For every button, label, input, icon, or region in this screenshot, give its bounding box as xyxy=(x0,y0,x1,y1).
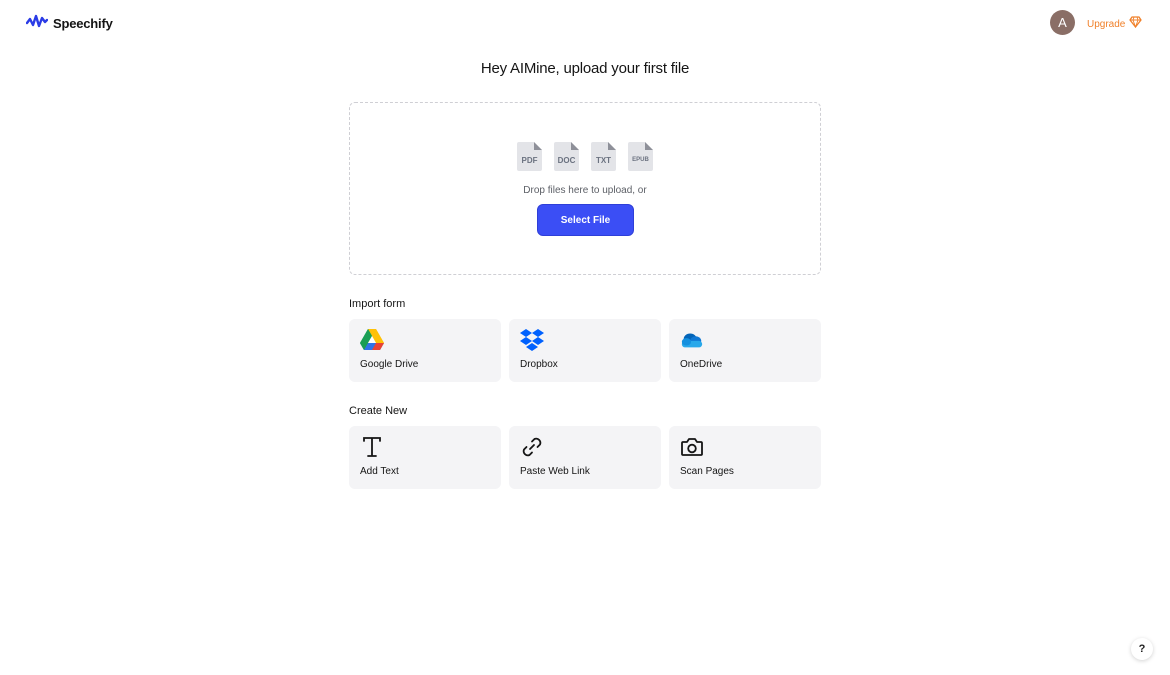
link-icon xyxy=(520,435,544,459)
page-title: Hey AIMine, upload your first file xyxy=(480,60,690,77)
import-section-title: Import form xyxy=(349,298,406,310)
import-dropbox[interactable]: Dropbox xyxy=(509,319,661,382)
camera-icon xyxy=(680,435,704,459)
top-bar: Speechify A Upgrade xyxy=(0,0,1170,44)
create-options: Add Text Paste Web Link Scan Pages xyxy=(349,426,821,489)
create-option-label: Add Text xyxy=(360,466,399,477)
dropbox-icon xyxy=(520,328,544,352)
pdf-file-icon: PDF xyxy=(517,142,542,171)
file-type-label: PDF xyxy=(521,156,538,165)
file-type-label: EPUB xyxy=(632,157,649,163)
file-type-label: DOC xyxy=(557,156,576,165)
create-paste-web-link[interactable]: Paste Web Link xyxy=(509,426,661,489)
create-add-text[interactable]: Add Text xyxy=(349,426,501,489)
upgrade-label: Upgrade xyxy=(1087,18,1126,30)
import-google-drive[interactable]: Google Drive xyxy=(349,319,501,382)
doc-file-icon: DOC xyxy=(554,142,579,171)
file-type-label: TXT xyxy=(595,156,612,165)
import-onedrive[interactable]: OneDrive xyxy=(669,319,821,382)
import-options: Google Drive Dropbox OneDrive xyxy=(349,319,821,382)
upload-dropzone[interactable]: PDF DOC TXT EPUB Drop files here to uplo… xyxy=(349,102,821,275)
create-scan-pages[interactable]: Scan Pages xyxy=(669,426,821,489)
create-option-label: Scan Pages xyxy=(680,466,734,477)
txt-file-icon: TXT xyxy=(591,142,616,171)
speechify-wave-icon xyxy=(25,13,49,34)
import-option-label: Google Drive xyxy=(360,359,419,370)
select-file-button[interactable]: Select File xyxy=(537,204,634,236)
file-type-icons: PDF DOC TXT EPUB xyxy=(517,142,653,171)
import-option-label: Dropbox xyxy=(520,359,558,370)
create-option-label: Paste Web Link xyxy=(520,466,590,477)
create-section-title: Create New xyxy=(349,405,408,417)
diamond-icon xyxy=(1129,15,1143,33)
epub-file-icon: EPUB xyxy=(628,142,653,171)
avatar[interactable]: A xyxy=(1050,10,1075,35)
upgrade-button[interactable]: Upgrade xyxy=(1087,15,1143,33)
import-option-label: OneDrive xyxy=(680,359,723,370)
onedrive-icon xyxy=(680,328,704,352)
google-drive-icon xyxy=(360,328,384,352)
speechify-logo[interactable]: Speechify xyxy=(25,13,113,34)
help-button[interactable]: ? xyxy=(1131,638,1153,660)
drop-instructions: Drop files here to upload, or xyxy=(523,185,647,196)
text-icon xyxy=(360,435,384,459)
brand-name: Speechify xyxy=(53,16,113,31)
